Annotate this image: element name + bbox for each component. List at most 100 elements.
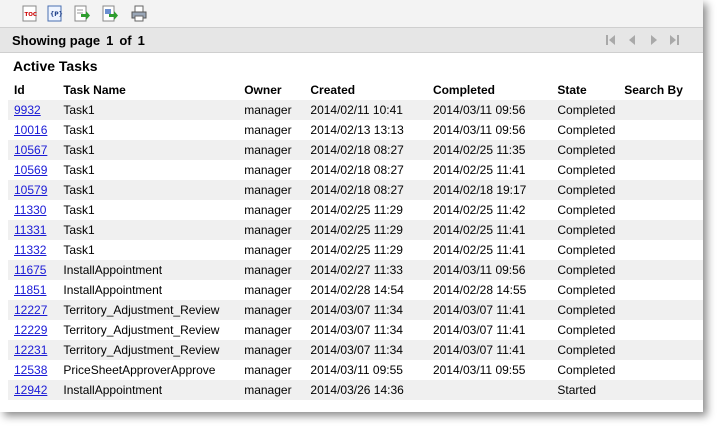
task-id-link[interactable]: 11330 bbox=[14, 203, 46, 217]
export-icon[interactable] bbox=[74, 5, 90, 22]
cell-state: Completed bbox=[557, 363, 616, 377]
cell-created: 2014/02/25 11:29 bbox=[310, 203, 403, 217]
export-data-icon[interactable] bbox=[102, 5, 118, 22]
cell-created: 2014/03/26 14:36 bbox=[304, 380, 427, 400]
cell-owner: manager bbox=[244, 323, 292, 337]
cell-created: 2014/02/25 11:29 bbox=[304, 220, 427, 240]
header-search-by: Search By bbox=[624, 83, 683, 97]
task-id-link[interactable]: 10567 bbox=[14, 143, 47, 157]
cell-completed: 2014/03/07 11:41 bbox=[426, 340, 552, 360]
cell-search-by bbox=[618, 180, 703, 200]
svg-text:{P}: {P} bbox=[50, 11, 63, 18]
table-row: 11851 InstallAppointment manager 2014/02/28… bbox=[8, 280, 703, 300]
task-id-link[interactable]: 12229 bbox=[14, 323, 47, 337]
task-id-link[interactable]: 11331 bbox=[14, 223, 46, 237]
task-id-link[interactable]: 9932 bbox=[14, 103, 41, 117]
cell-task-name: PriceSheetApproverApprove bbox=[63, 363, 216, 377]
cell-task-name: Task1 bbox=[63, 123, 95, 137]
cell-completed bbox=[426, 380, 552, 400]
next-page-icon[interactable] bbox=[648, 34, 660, 46]
cell-owner: manager bbox=[238, 140, 305, 160]
table-row: 11331 Task1 manager 2014/02/25 11:29 2014/02… bbox=[8, 220, 703, 240]
torn-edge bbox=[0, 400, 703, 412]
cell-state: Completed bbox=[551, 180, 619, 200]
task-id-link[interactable]: 10569 bbox=[14, 163, 47, 177]
header-created: Created bbox=[310, 83, 356, 97]
cell-id: 12229 bbox=[8, 320, 57, 340]
cell-search-by bbox=[618, 300, 703, 320]
task-id-link[interactable]: 10016 bbox=[14, 123, 47, 137]
cell-state: Completed bbox=[551, 300, 619, 320]
table-row: 12231 Territory_Adjustment_Review manager 2… bbox=[8, 340, 703, 360]
header-task-name: Task Name bbox=[63, 83, 126, 97]
toolbar: TOC {P} bbox=[0, 0, 703, 28]
cell-state: Completed bbox=[557, 123, 616, 137]
cell-task-name: Task1 bbox=[57, 180, 239, 200]
cell-id: 10579 bbox=[8, 180, 58, 200]
cell-search-by bbox=[618, 360, 703, 380]
table-row: 10569 Task1 manager 2014/02/18 08:27 2014/02… bbox=[8, 160, 703, 180]
previous-page-icon[interactable] bbox=[626, 34, 638, 46]
cell-completed: 2014/03/11 09:56 bbox=[432, 123, 526, 137]
tasks-table: Id Task Name Owner Created Completed Sta… bbox=[8, 80, 703, 400]
cell-state: Completed bbox=[557, 203, 616, 217]
cell-search-by bbox=[618, 140, 703, 160]
cell-id: 11330 bbox=[8, 200, 57, 220]
pager-bar: Showing page 1 of 1 bbox=[0, 28, 703, 53]
section-title: Active Tasks bbox=[13, 58, 98, 74]
cell-owner: manager bbox=[238, 100, 305, 120]
cell-completed: 2014/02/25 11:35 bbox=[426, 140, 552, 160]
cell-owner: manager bbox=[244, 123, 292, 137]
cell-id: 12942 bbox=[8, 380, 58, 400]
cell-task-name: InstallAppointment bbox=[63, 283, 163, 297]
cell-id: 9932 bbox=[8, 100, 58, 120]
cell-owner: manager bbox=[244, 243, 292, 257]
first-page-icon[interactable] bbox=[605, 34, 617, 46]
cell-search-by bbox=[618, 280, 703, 300]
header-state: State bbox=[557, 83, 587, 97]
task-id-link[interactable]: 12538 bbox=[14, 363, 47, 377]
cell-id: 11851 bbox=[8, 280, 57, 300]
task-id-link[interactable]: 11851 bbox=[14, 283, 46, 297]
cell-id: 11331 bbox=[8, 220, 58, 240]
cell-completed: 2014/02/25 11:42 bbox=[432, 203, 526, 217]
task-id-link[interactable]: 10579 bbox=[14, 183, 47, 197]
cell-created: 2014/02/25 11:29 bbox=[310, 243, 403, 257]
svg-text:TOC: TOC bbox=[25, 12, 37, 18]
cell-task-name: Territory_Adjustment_Review bbox=[57, 340, 239, 360]
cell-owner: manager bbox=[238, 380, 305, 400]
toc-icon[interactable]: TOC bbox=[22, 5, 38, 22]
print-icon[interactable] bbox=[131, 5, 147, 22]
table-row: 10016 Task1 manager 2014/02/13 13:13 2014/03… bbox=[8, 120, 703, 140]
cell-id: 12538 bbox=[8, 360, 57, 380]
cell-task-name: Territory_Adjustment_Review bbox=[63, 323, 220, 337]
task-id-link[interactable]: 11332 bbox=[14, 243, 46, 257]
cell-owner: manager bbox=[244, 163, 292, 177]
table-header-row: Id Task Name Owner Created Completed Sta… bbox=[8, 80, 703, 100]
cell-completed: 2014/02/25 11:41 bbox=[432, 163, 526, 177]
cell-state: Completed bbox=[557, 163, 616, 177]
cell-completed: 2014/02/25 11:41 bbox=[426, 220, 552, 240]
cell-search-by bbox=[618, 340, 703, 360]
cell-task-name: InstallAppointment bbox=[57, 260, 239, 280]
table-row: 10567 Task1 manager 2014/02/18 08:27 2014/02… bbox=[8, 140, 703, 160]
page-indicator: Showing page 1 of 1 bbox=[12, 33, 151, 48]
cell-state: Completed bbox=[551, 140, 619, 160]
cell-state: Completed bbox=[551, 100, 619, 120]
table-row: 11332 Task1 manager 2014/02/25 11:29 2014/02… bbox=[8, 240, 703, 260]
task-id-link[interactable]: 12231 bbox=[14, 343, 47, 357]
task-id-link[interactable]: 12227 bbox=[14, 303, 47, 317]
cell-task-name: Task1 bbox=[57, 100, 239, 120]
current-page: 1 bbox=[106, 33, 114, 48]
cell-search-by bbox=[618, 260, 703, 280]
task-id-link[interactable]: 12942 bbox=[14, 383, 47, 397]
cell-created: 2014/03/07 11:34 bbox=[304, 340, 427, 360]
cell-owner: manager bbox=[238, 220, 305, 240]
task-id-link[interactable]: 11675 bbox=[14, 263, 46, 277]
cell-search-by bbox=[618, 120, 703, 140]
cell-task-name: Task1 bbox=[57, 220, 239, 240]
cell-id: 10016 bbox=[8, 120, 57, 140]
table-row: 12942 InstallAppointment manager 2014/03/26… bbox=[8, 380, 703, 400]
last-page-icon[interactable] bbox=[668, 34, 680, 46]
params-icon[interactable]: {P} bbox=[47, 5, 63, 22]
